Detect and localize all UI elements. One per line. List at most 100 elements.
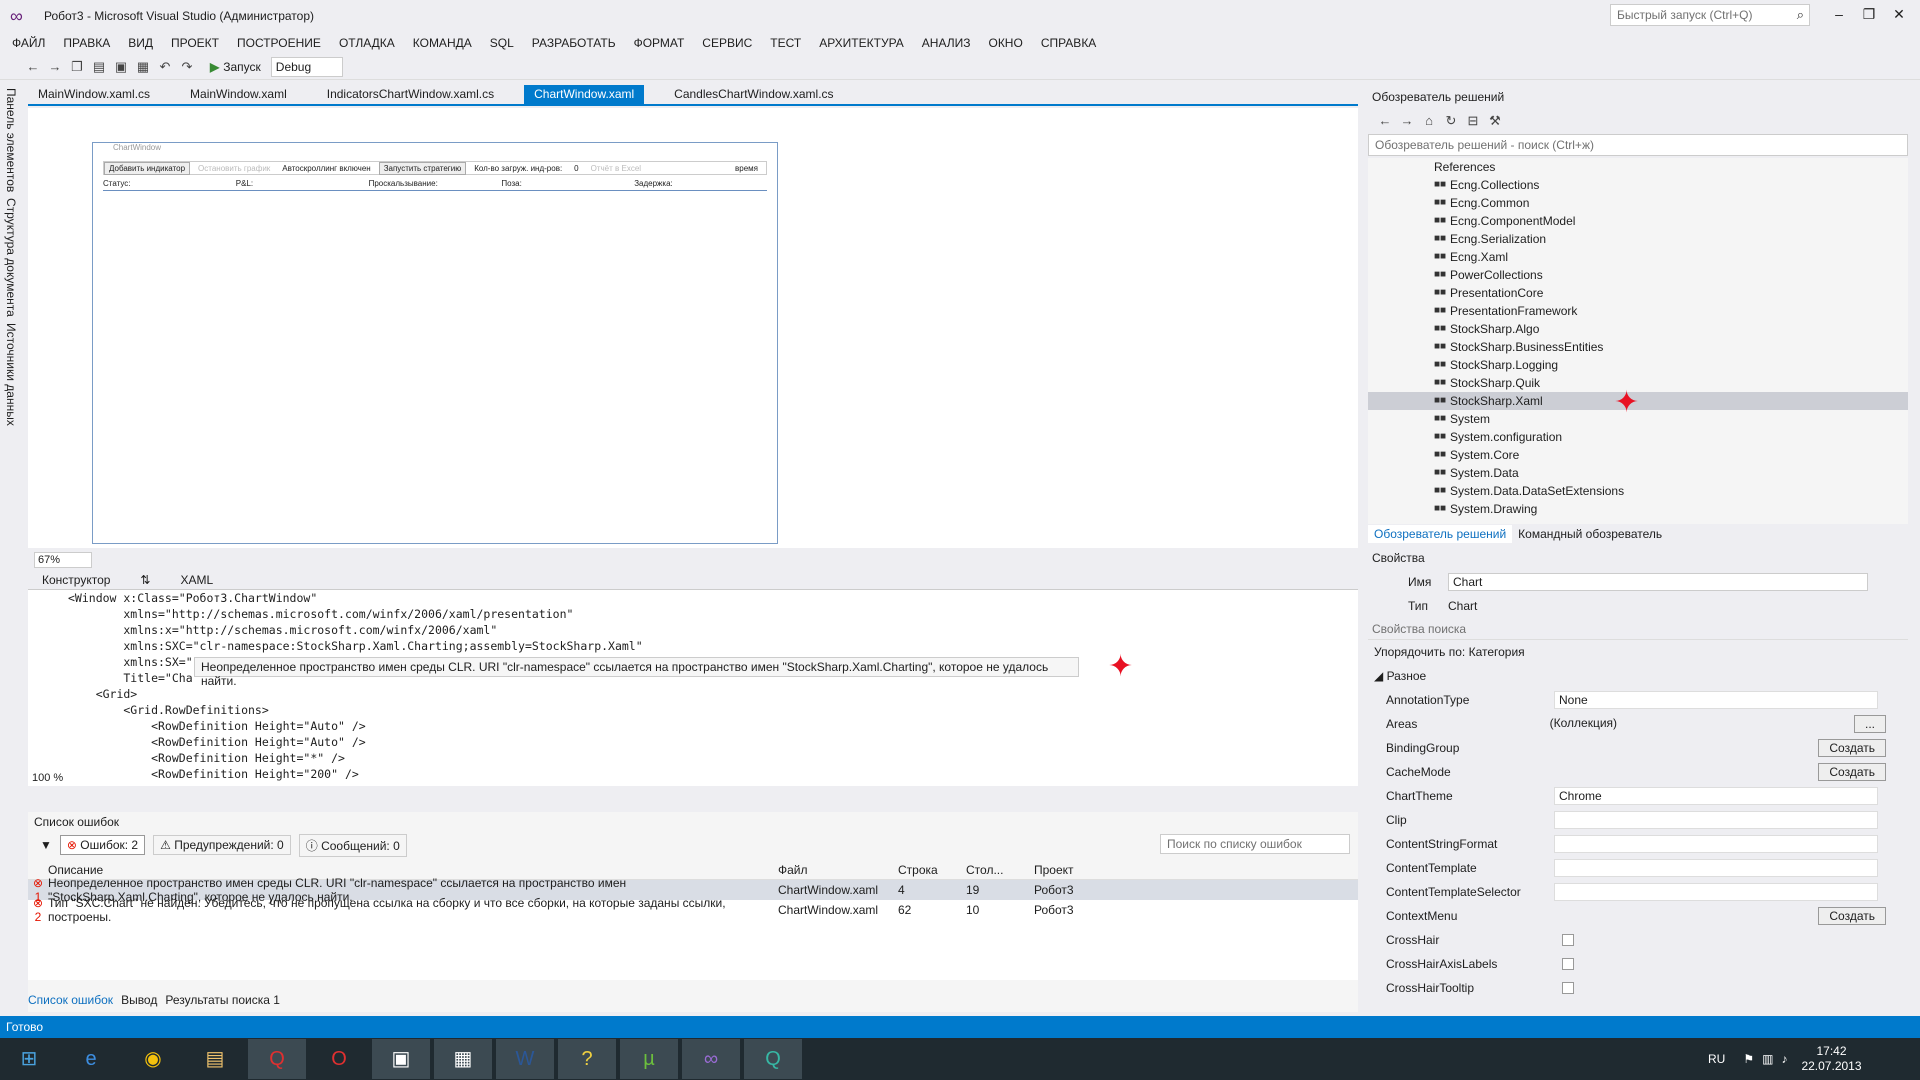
excel-report-button[interactable]: Отчёт в Excel bbox=[587, 163, 645, 174]
save-icon[interactable]: ▣ bbox=[112, 58, 130, 76]
reference-item[interactable]: ■■ StockSharp.Logging bbox=[1368, 356, 1908, 374]
column-project[interactable]: Проект bbox=[1034, 863, 1154, 877]
property-value[interactable]: (Коллекция) bbox=[1546, 715, 1854, 733]
chart-window-preview[interactable]: ChartWindow Добавить индикатор Остановит… bbox=[92, 142, 778, 544]
column-line[interactable]: Строка bbox=[898, 863, 966, 877]
designer-tab[interactable]: Конструктор bbox=[42, 573, 110, 587]
collapse-all-icon[interactable]: ⊟ bbox=[1464, 112, 1482, 130]
filter-icon[interactable]: ▼ bbox=[40, 838, 52, 852]
warnings-filter-button[interactable]: ⚠ Предупреждений: 0 bbox=[153, 835, 291, 855]
property-checkbox[interactable] bbox=[1562, 982, 1574, 994]
reference-item[interactable]: ■■ PresentationCore bbox=[1368, 284, 1908, 302]
undo-icon[interactable]: ↶ bbox=[156, 58, 174, 76]
output-tab[interactable]: Список ошибок bbox=[28, 993, 113, 1007]
designer-zoom-select[interactable]: 67% bbox=[34, 552, 92, 568]
refresh-icon[interactable]: ↻ bbox=[1442, 112, 1460, 130]
messages-filter-button[interactable]: ⓘ Сообщений: 0 bbox=[298, 833, 407, 857]
back-icon[interactable]: ← bbox=[1376, 112, 1394, 130]
forward-icon[interactable]: → bbox=[1398, 112, 1416, 130]
quik-icon[interactable]: Q bbox=[744, 1039, 802, 1079]
properties-search-input[interactable]: Свойства поиска bbox=[1368, 620, 1908, 640]
run-button[interactable]: ▶ Запуск bbox=[210, 60, 261, 74]
utorrent-icon[interactable]: µ bbox=[620, 1039, 678, 1079]
reference-item[interactable]: ■■ System.Drawing bbox=[1368, 500, 1908, 518]
maximize-button[interactable]: ❐ bbox=[1854, 4, 1884, 24]
ellipsis-button[interactable]: ... bbox=[1853, 715, 1886, 733]
new-project-icon[interactable]: ❐ bbox=[68, 58, 86, 76]
menu-item[interactable]: ПРАВКА bbox=[63, 32, 110, 54]
reference-item[interactable]: ■■ Ecng.Serialization bbox=[1368, 230, 1908, 248]
reference-item[interactable]: ■■ Ecng.Common bbox=[1368, 194, 1908, 212]
solution-search-input[interactable]: Обозреватель решений - поиск (Ctrl+ж) bbox=[1368, 134, 1908, 156]
forward-icon[interactable]: → bbox=[46, 58, 64, 76]
reference-item[interactable]: ■■ PresentationFramework bbox=[1368, 302, 1908, 320]
reference-item[interactable]: ■■ System.Data bbox=[1368, 464, 1908, 482]
property-value[interactable] bbox=[1554, 883, 1878, 901]
menu-item[interactable]: ПРОЕКТ bbox=[171, 32, 219, 54]
properties-sort[interactable]: Упорядочить по: Категория bbox=[1368, 642, 1920, 662]
document-outline-tab[interactable]: Структура документа bbox=[4, 198, 18, 317]
autoscroll-checkbox[interactable]: Автоскроллинг включен bbox=[278, 163, 374, 174]
output-tab[interactable]: Вывод bbox=[121, 993, 157, 1007]
xaml-editor[interactable]: <Window x:Class="Робот3.ChartWindow" xml… bbox=[28, 590, 1358, 786]
start-button-icon[interactable]: ⊞ bbox=[0, 1039, 58, 1079]
property-value[interactable] bbox=[1554, 859, 1878, 877]
document-tab[interactable]: IndicatorsChartWindow.xaml.cs bbox=[317, 85, 504, 105]
output-tab[interactable]: Результаты поиска 1 bbox=[165, 993, 280, 1007]
app-icon[interactable]: Q bbox=[248, 1039, 306, 1079]
chrome-icon[interactable]: ◉ bbox=[124, 1039, 182, 1079]
category-header[interactable]: ◢ Разное bbox=[1368, 664, 1908, 688]
volume-icon[interactable]: ♪ bbox=[1781, 1052, 1787, 1066]
help-icon[interactable]: ? bbox=[558, 1039, 616, 1079]
menu-item[interactable]: ОКНО bbox=[988, 32, 1022, 54]
data-sources-tab[interactable]: Источники данных bbox=[4, 323, 18, 426]
app-window-icon[interactable]: ▣ bbox=[372, 1039, 430, 1079]
minimize-button[interactable]: – bbox=[1824, 4, 1854, 24]
document-tab[interactable]: MainWindow.xaml bbox=[180, 85, 297, 105]
solution-explorer-tab[interactable]: Обозреватель решений bbox=[1368, 525, 1513, 543]
reference-item[interactable]: ■■ Ecng.ComponentModel bbox=[1368, 212, 1908, 230]
internet-explorer-icon[interactable]: e bbox=[62, 1039, 120, 1079]
menu-item[interactable]: АРХИТЕКТУРА bbox=[819, 32, 904, 54]
xaml-tab[interactable]: XAML bbox=[180, 573, 213, 587]
save-all-icon[interactable]: ▦ bbox=[134, 58, 152, 76]
column-description[interactable]: Описание bbox=[48, 863, 778, 877]
create-button[interactable]: Создать bbox=[1818, 739, 1886, 757]
menu-item[interactable]: АНАЛИЗ bbox=[922, 32, 971, 54]
menu-item[interactable]: КОМАНДА bbox=[413, 32, 472, 54]
opera-icon[interactable]: O bbox=[310, 1039, 368, 1079]
reference-item[interactable]: ■■ System.Data.DataSetExtensions bbox=[1368, 482, 1908, 500]
clock[interactable]: 17:42 22.07.2013 bbox=[1801, 1044, 1861, 1074]
property-value[interactable] bbox=[1554, 811, 1878, 829]
menu-item[interactable]: SQL bbox=[490, 32, 514, 54]
menu-item[interactable]: РАЗРАБОТАТЬ bbox=[532, 32, 616, 54]
add-indicator-button[interactable]: Добавить индикатор bbox=[104, 161, 191, 175]
close-button[interactable]: ✕ bbox=[1884, 4, 1914, 24]
reference-item[interactable]: ■■ System.Core bbox=[1368, 446, 1908, 464]
network-icon[interactable]: ▥ bbox=[1762, 1052, 1773, 1066]
team-explorer-tab[interactable]: Командный обозреватель bbox=[1512, 525, 1668, 543]
reference-item[interactable]: ■■ StockSharp.Algo bbox=[1368, 320, 1908, 338]
quick-launch-input[interactable]: Быстрый запуск (Ctrl+Q) ⌕ bbox=[1610, 4, 1810, 26]
reference-item[interactable]: ■■ Ecng.Xaml bbox=[1368, 248, 1908, 266]
create-button[interactable]: Создать bbox=[1818, 907, 1886, 925]
name-input[interactable]: Chart bbox=[1448, 573, 1868, 591]
menu-item[interactable]: ОТЛАДКА bbox=[339, 32, 395, 54]
swap-panes-icon[interactable]: ⇅ bbox=[140, 573, 150, 587]
errors-filter-button[interactable]: ⊗ Ошибок: 2 bbox=[59, 835, 146, 855]
property-value[interactable]: None bbox=[1554, 691, 1878, 709]
error-row[interactable]: ⊗ 2 Тип "SXC:Chart" не найден. Убедитесь,… bbox=[28, 896, 1358, 924]
floppy-icon[interactable]: ▦ bbox=[434, 1039, 492, 1079]
back-icon[interactable]: ← bbox=[24, 58, 42, 76]
menu-item[interactable]: ТЕСТ bbox=[770, 32, 801, 54]
document-tab[interactable]: CandlesChartWindow.xaml.cs bbox=[664, 85, 843, 105]
reference-item[interactable]: ■■ Ecng.Collections bbox=[1368, 176, 1908, 194]
language-indicator[interactable]: RU bbox=[1708, 1052, 1725, 1066]
property-value[interactable] bbox=[1554, 835, 1878, 853]
create-button[interactable]: Создать bbox=[1818, 763, 1886, 781]
property-checkbox[interactable] bbox=[1562, 934, 1574, 946]
open-icon[interactable]: ▤ bbox=[90, 58, 108, 76]
start-strategy-button[interactable]: Запустить стратегию bbox=[378, 161, 467, 175]
reference-item[interactable]: ■■ System.configuration bbox=[1368, 428, 1908, 446]
home-icon[interactable]: ⌂ bbox=[1420, 112, 1438, 130]
